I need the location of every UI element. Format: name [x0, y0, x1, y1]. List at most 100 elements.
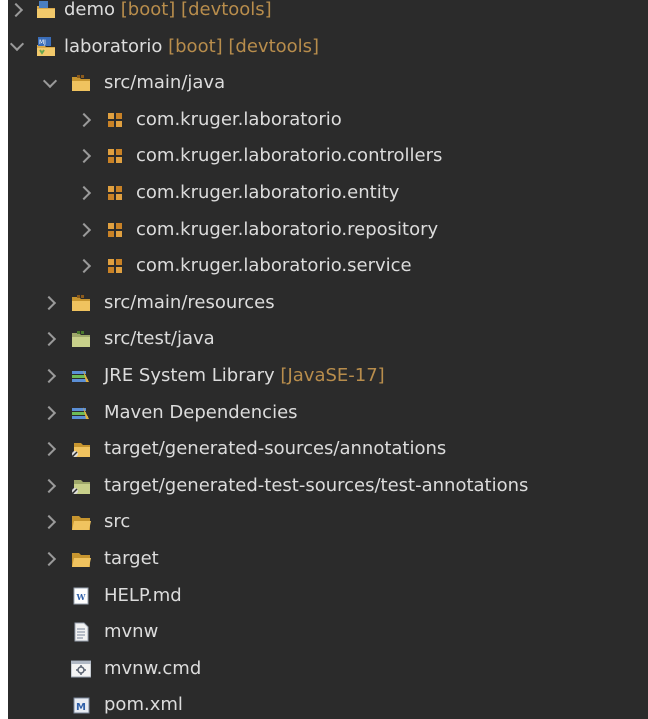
tree-item[interactable]: W HELP.md [8, 578, 648, 614]
tree-item-label: pom.xml [104, 687, 183, 719]
library-icon [71, 366, 91, 386]
chevron-right-icon[interactable] [41, 431, 59, 467]
tree-item-name: target [104, 548, 159, 569]
tree-item-name: com.kruger.laboratorio.entity [136, 182, 400, 203]
tree-item[interactable]: src [8, 504, 648, 540]
tree-item-label: Maven Dependencies [104, 395, 298, 431]
tree-item-name: com.kruger.laboratorio [136, 108, 342, 130]
tree-item-name: com.kruger.laboratorio.repository [136, 218, 439, 240]
tree-item-label: com.kruger.laboratorio.entity [136, 175, 399, 211]
source-folder-icon [71, 293, 91, 313]
tree-item-decoration: [JavaSE-17] [274, 365, 385, 386]
tree-item-name: src/main/java [104, 72, 226, 94]
tree-item-label: mvnw [104, 614, 158, 650]
tree-item-name: com.kruger.laboratorio.controllers [136, 145, 443, 167]
package-icon [105, 110, 125, 130]
tree-item-label: JRE System Library [JavaSE-17] [104, 358, 385, 394]
chevron-down-icon[interactable] [8, 29, 26, 65]
package-icon [105, 256, 125, 276]
source-folder-icon [71, 73, 91, 93]
tree-item[interactable]: com.kruger.laboratorio.repository [8, 212, 648, 248]
project-explorer-tree: demo [boot] [devtools] MJ laboratorio [boo… [8, 0, 648, 719]
maven-spring-project-icon: MJ [36, 36, 56, 57]
tree-item-label: src [104, 504, 130, 540]
chevron-down-icon[interactable] [41, 65, 59, 101]
tree-item-decoration: [boot] [devtools] [115, 0, 272, 20]
tree-item-label: com.kruger.laboratorio.controllers [136, 138, 442, 174]
tree-item[interactable]: com.kruger.laboratorio.service [8, 248, 648, 284]
generated-test-source-folder-icon [71, 476, 91, 496]
tree-item-label: mvnw.cmd [104, 651, 201, 687]
tree-item[interactable]: target [8, 541, 648, 577]
tree-item-name: Maven Dependencies [104, 401, 298, 423]
tree-item-decoration: [boot] [devtools] [162, 35, 320, 57]
spring-project-icon [36, 0, 56, 20]
tree-item-name: laboratorio [64, 35, 163, 57]
package-icon [105, 220, 125, 240]
tree-item-name: target/generated-sources/annotations [104, 438, 447, 460]
svg-text:M: M [76, 702, 86, 713]
tree-item-label: com.kruger.laboratorio.repository [136, 212, 438, 248]
package-icon [105, 146, 125, 166]
folder-icon [71, 549, 91, 569]
library-icon [71, 403, 91, 423]
test-source-folder-icon [71, 329, 91, 349]
tree-item-name: pom.xml [104, 694, 183, 716]
tree-item-name: target/generated-test-sources/test-annot… [104, 474, 529, 496]
chevron-right-icon[interactable] [8, 0, 26, 28]
chevron-right-icon[interactable] [41, 285, 59, 321]
tree-item-label: target/generated-sources/annotations [104, 431, 446, 467]
tree-item[interactable]: Mpom.xml [8, 687, 648, 719]
tree-item[interactable]: src/main/java [8, 65, 648, 101]
tree-item[interactable]: src/main/resources [8, 285, 648, 321]
tree-item-label: src/main/resources [104, 285, 275, 321]
tree-item[interactable]: Maven Dependencies [8, 395, 648, 431]
tree-item[interactable]: mvnw.cmd [8, 651, 648, 687]
cmd-file-icon [70, 659, 92, 679]
tree-item-label: src/main/java [104, 65, 225, 101]
chevron-right-icon[interactable] [41, 468, 59, 504]
tree-item[interactable]: JRE System Library [JavaSE-17] [8, 358, 648, 394]
tree-item[interactable]: src/test/java [8, 321, 648, 357]
tree-item[interactable]: com.kruger.laboratorio [8, 102, 648, 138]
tree-item-name: src/test/java [104, 328, 215, 350]
tree-item-label: target/generated-test-sources/test-annot… [104, 468, 528, 504]
tree-item[interactable]: mvnw [8, 614, 648, 650]
tree-item-label: com.kruger.laboratorio.service [136, 248, 412, 284]
tree-item-name: mvnw [104, 621, 159, 643]
markdown-file-icon: W [71, 586, 91, 606]
chevron-right-icon[interactable] [41, 504, 59, 540]
tree-item[interactable]: target/generated-sources/annotations [8, 431, 648, 467]
tree-item-label: laboratorio [boot] [devtools] [64, 29, 319, 65]
tree-item-label: src/test/java [104, 321, 215, 357]
chevron-right-icon[interactable] [76, 175, 94, 211]
tree-item-name: demo [64, 0, 116, 20]
chevron-right-icon[interactable] [76, 248, 94, 284]
maven-pom-icon: M [71, 695, 91, 715]
tree-item[interactable]: com.kruger.laboratorio.entity [8, 175, 648, 211]
tree-item-label: target [104, 541, 159, 577]
tree-item-name: src [104, 511, 131, 533]
tree-item[interactable]: target/generated-test-sources/test-annot… [8, 468, 648, 504]
tree-item-name: HELP.md [104, 584, 182, 606]
chevron-right-icon[interactable] [76, 212, 94, 248]
chevron-right-icon[interactable] [41, 358, 59, 394]
tree-item[interactable]: com.kruger.laboratorio.controllers [8, 138, 648, 174]
text-file-icon [71, 622, 91, 642]
chevron-right-icon[interactable] [76, 138, 94, 174]
tree-item-label: demo [boot] [devtools] [64, 0, 272, 28]
tree-item-label: HELP.md [104, 578, 182, 614]
tree-item[interactable]: MJ laboratorio [boot] [devtools] [8, 29, 648, 65]
tree-item-name: src/main/resources [104, 291, 275, 313]
tree-item[interactable]: demo [boot] [devtools] [8, 0, 648, 28]
chevron-right-icon[interactable] [41, 395, 59, 431]
svg-text:MJ: MJ [39, 39, 46, 46]
tree-item-name: JRE System Library [104, 365, 275, 386]
folder-icon [71, 512, 91, 532]
chevron-right-icon[interactable] [41, 321, 59, 357]
tree-item-name: com.kruger.laboratorio.service [136, 255, 412, 277]
tree-item-label: com.kruger.laboratorio [136, 102, 342, 138]
chevron-right-icon[interactable] [76, 102, 94, 138]
chevron-right-icon[interactable] [41, 541, 59, 577]
package-icon [105, 183, 125, 203]
